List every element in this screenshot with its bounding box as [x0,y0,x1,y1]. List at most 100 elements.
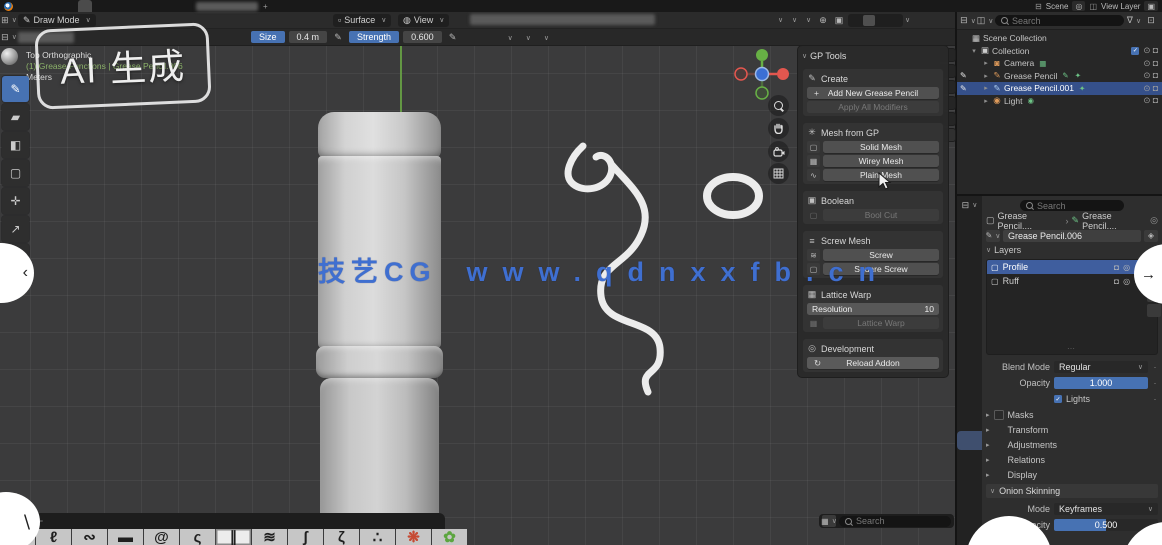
properties-tab[interactable] [957,353,982,373]
animate-dot[interactable]: · [1152,394,1158,404]
brush-toggle-icon[interactable] [479,31,493,44]
eye-camera-icons[interactable]: ⊙ ◘ [1143,95,1158,106]
expand-caret[interactable]: ▾ [970,47,978,55]
brush-option-icon[interactable] [233,31,247,43]
workspace-tab[interactable] [78,0,92,12]
layers-panel-header[interactable]: ∨ Layers [986,243,1158,257]
collapsed-panel[interactable]: ▸ Masks [986,407,1158,422]
apply-modifiers-button[interactable]: Apply All Modifiers [807,101,939,113]
shading-mode-button[interactable] [863,14,875,26]
properties-tab[interactable] [957,430,982,450]
properties-tab[interactable] [957,236,982,256]
scene-name[interactable]: Scene [1046,2,1069,11]
strength-value-field[interactable]: 0.600 [403,31,442,43]
tool-button[interactable]: ✛ [2,188,29,214]
brush-thumbnail[interactable]: ❋ [396,529,431,545]
tool-button[interactable]: ▰ [2,104,29,130]
pan-button[interactable] [768,118,789,139]
expand-caret[interactable]: ▸ [982,59,990,67]
pivot-icon[interactable]: ⊕ [816,14,830,26]
workspace-tab[interactable] [176,0,190,12]
brush-preview-sphere[interactable] [1,48,18,65]
shelf-display-button[interactable]: ▦ [821,515,836,527]
layer-name[interactable]: Ruff [1003,276,1019,286]
editor-type-button[interactable]: ⊞ [1,14,16,27]
expand-caret[interactable]: ▸ [982,97,990,105]
tool-settings-dropdown[interactable] [541,32,549,42]
outliner-row[interactable]: ✎ ▸ ✎ Grease Pencil ✎ ✦ ⊙ ◘ [957,70,1162,83]
properties-tab[interactable] [957,216,982,236]
header-dropdown-icon[interactable] [800,14,814,26]
zoom-button[interactable] [768,95,789,116]
development-header[interactable]: ◎ Development [807,342,939,355]
tool-button[interactable]: ✎ [2,76,29,102]
eye-camera-icons[interactable]: ⊙ ◘ [1143,83,1158,94]
properties-tab[interactable] [957,314,982,334]
breadcrumb-data[interactable]: Grease Pencil.... [1082,211,1147,231]
outliner-item-label[interactable]: Scene Collection [983,33,1047,43]
viewlayer-name[interactable]: View Layer [1101,2,1140,11]
ortho-toggle-button[interactable] [768,163,789,184]
include-checkbox[interactable] [1131,46,1140,55]
tool-settings-editor-icon[interactable]: ⊟ [1,31,16,44]
shading-mode-button[interactable] [889,15,901,26]
brush-option-icon[interactable] [218,31,232,43]
size-pen-icon[interactable]: ✎ [331,31,345,43]
blender-logo-icon[interactable] [4,1,13,11]
brush-thumbnail[interactable]: ∾ [72,529,107,545]
brush-toggle-icon[interactable] [464,31,478,44]
mesh-convert-button[interactable]: Solid Mesh [823,141,939,153]
tool-button[interactable]: ▢ [2,160,29,186]
workspace-tab[interactable] [92,0,106,12]
mesh-convert-button[interactable]: Wirey Mesh [823,155,939,167]
brush-thumbnail[interactable]: ς [180,529,215,545]
outliner-item-label[interactable]: Grease Pencil [1004,71,1057,81]
layer-name[interactable]: Profile [1003,262,1029,272]
size-value-field[interactable]: 0.4 m [288,31,328,43]
expand-caret[interactable]: ▸ [982,72,990,80]
shading-mode-button[interactable] [850,15,862,26]
strength-pen-icon[interactable]: ✎ [446,31,460,43]
filter-icon[interactable]: ∇ [1127,15,1141,27]
outliner-row[interactable]: ▦ Scene Collection [957,32,1162,45]
properties-tab[interactable] [957,470,982,490]
id-type-icon[interactable]: ✎ [986,229,1000,242]
mesh-from-gp-header[interactable]: ✳ Mesh from GP [807,126,939,139]
properties-tab[interactable] [957,275,982,295]
outliner-settings-icon[interactable]: ⊡ [1144,15,1158,27]
layer-list-button[interactable] [1147,304,1161,317]
viewlayer-button[interactable]: ▣ [1144,1,1158,11]
workspace-tab[interactable] [148,0,162,12]
id-name-field[interactable]: Grease Pencil.006 [1003,229,1141,242]
brush-thumbnail[interactable]: ʃ [288,529,323,545]
eyedropper-icon[interactable]: ◎ [1150,215,1158,226]
create-header[interactable]: ✎ Create [807,72,939,85]
overlays-icon[interactable]: ▣ [832,14,846,26]
properties-search-input[interactable]: Search [1020,200,1124,211]
outliner-item-label[interactable]: Collection [992,46,1029,56]
blend-mode-dropdown[interactable]: Regular ∨ [1054,361,1148,373]
panel-checkbox[interactable] [993,409,1004,420]
brush-thumbnail[interactable]: ∴ [360,529,395,545]
outliner-item-label[interactable]: Camera [1004,58,1034,68]
editor-divider-horizontal[interactable] [957,194,1162,196]
tool-settings-dropdown[interactable] [523,32,531,42]
brush-thumbnail[interactable]: @ [144,529,179,545]
boolean-header[interactable]: ▣ Boolean [807,194,939,207]
collapsed-panel[interactable]: ▸ Transform [986,422,1158,437]
fake-user-icon[interactable]: ◈ [1144,229,1158,242]
stroke-placement-dropdown[interactable]: ▫ Surface [333,13,392,27]
properties-tab[interactable] [957,294,982,314]
screw-mesh-header[interactable]: ≡ Screw Mesh [807,234,939,247]
properties-tab[interactable] [957,392,982,412]
collapsed-panel[interactable]: ▸ Relations [986,452,1158,467]
tool-button[interactable]: ◧ [2,132,29,158]
workspace-tab[interactable] [120,0,134,12]
outliner-item-label[interactable]: Grease Pencil.001 [1004,83,1074,93]
viewport-toggle-icon[interactable] [865,31,879,43]
resolution-slider[interactable]: Resolution 10 [807,303,939,315]
lights-checkbox[interactable] [1054,395,1062,403]
shelf-tab[interactable] [47,520,63,522]
layer-row[interactable]: ▢ Ruff ◘ ◎ ⊙ ⊘ [987,274,1157,288]
outliner-row[interactable]: ▾ ▣ Collection ⊙ ◘ [957,45,1162,58]
